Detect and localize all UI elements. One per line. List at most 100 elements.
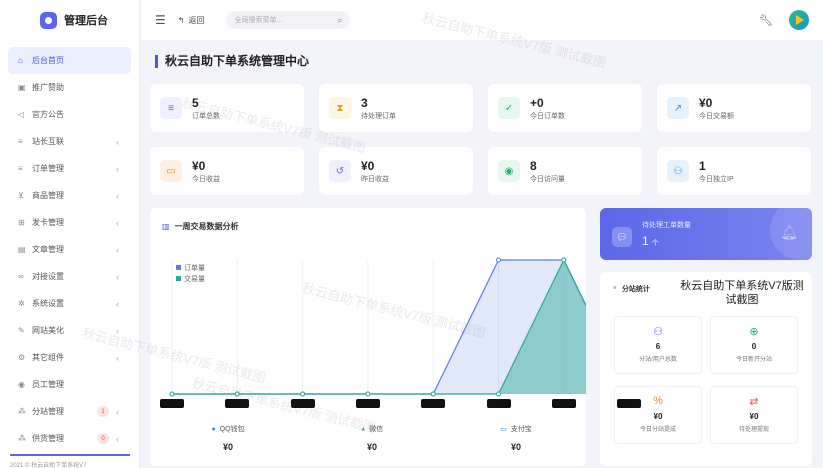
sidebar-item[interactable]: ⌂ 后台首页 xyxy=(8,47,131,74)
workorder-value: 1个 xyxy=(642,234,659,248)
sidebar-item[interactable]: ✲ 系统设置 ‹ xyxy=(8,290,131,317)
grid-icon: ⊞ xyxy=(18,218,25,227)
sidebar-item-label: 商品管理 xyxy=(32,191,64,200)
logo[interactable]: 管理后台 xyxy=(0,0,139,40)
sidebar-item[interactable]: ◉ 员工管理 xyxy=(8,371,131,398)
alipay-icon: ▭ xyxy=(500,426,507,433)
sidebar-item[interactable]: ▣ 推广赞助 xyxy=(8,74,131,101)
stat-label: 今日订单数 xyxy=(530,112,565,120)
sidebar-item-label: 分站管理 xyxy=(32,407,64,416)
search-icon[interactable]: ⌕ xyxy=(337,15,342,26)
stat-value: +0 xyxy=(530,95,544,110)
logo-icon xyxy=(40,11,57,29)
list-icon: ≡ xyxy=(160,97,182,119)
home-icon: ⌂ xyxy=(18,56,23,65)
sitemap-icon: ⁂ xyxy=(18,407,26,416)
brush-icon: ✎ xyxy=(18,326,25,335)
branch-watermark: 秋云自助下单系统V7版测试截图 xyxy=(680,280,804,306)
stat-card: ≡ 5 订单总数 xyxy=(150,84,304,132)
sidebar-item[interactable]: ⁂ 分站管理 1 ‹ xyxy=(8,398,131,425)
stat-label: 今日收益 xyxy=(192,175,220,183)
sidebar-item[interactable]: ✎ 网站美化 ‹ xyxy=(8,317,131,344)
users-icon: ⚇ xyxy=(667,160,689,182)
data-point xyxy=(300,391,306,397)
sidebar-item-label: 系统设置 xyxy=(32,299,64,308)
sidebar-item[interactable]: ▤ 文章管理 ‹ xyxy=(8,236,131,263)
chevron-left-icon: ‹ xyxy=(116,163,119,174)
document-icon: ▤ xyxy=(18,245,26,254)
qq-icon: ● xyxy=(211,425,216,433)
legend-label: 订单量 xyxy=(184,263,205,272)
chevron-left-icon: ‹ xyxy=(116,352,119,363)
sidebar-item-label: 推广赞助 xyxy=(32,83,64,92)
sidebar-item[interactable]: ⊞ 发卡管理 ‹ xyxy=(8,209,131,236)
chevron-left-icon: ‹ xyxy=(116,433,119,444)
chevron-left-icon: ‹ xyxy=(116,244,119,255)
sidebar-item[interactable]: ≡ 订单管理 ‹ xyxy=(8,155,131,182)
stat-label: 昨日收益 xyxy=(361,175,389,183)
sidebar-item[interactable]: ⊻ 商品管理 ‹ xyxy=(8,182,131,209)
stat-value: ¥0 xyxy=(361,158,375,173)
gear-icon: ✲ xyxy=(18,299,25,308)
legend-label: 交易量 xyxy=(184,274,205,283)
data-point xyxy=(496,391,501,397)
stat-label: 今日独立IP xyxy=(699,175,734,183)
branch-stats-card: ⚬ 分站统计 秋云自助下单系统V7版测试截图 ⚇ 6 分站/用户总数 ⊕ 0 今日新开分站… xyxy=(600,272,812,466)
redacted-label xyxy=(617,399,642,408)
stat-value: ¥0 xyxy=(192,158,206,173)
hourglass-icon: ⧗ xyxy=(329,97,351,119)
data-point xyxy=(169,391,175,397)
eye-icon: ◉ xyxy=(498,160,520,182)
data-point xyxy=(496,257,501,263)
sidebar-item-label: 网站美化 xyxy=(32,326,64,335)
menu-toggle-icon[interactable]: ☰ xyxy=(155,13,166,27)
stat-value: 3 xyxy=(361,95,368,110)
wrench-icon[interactable]: 🔧︎ xyxy=(759,14,773,27)
image-icon: ▣ xyxy=(18,83,26,92)
search-input[interactable]: 全局搜索菜单... ⌕ xyxy=(226,11,351,29)
sidebar-item-label: 官方公告 xyxy=(32,110,64,119)
redacted-label xyxy=(290,399,315,408)
megaphone-icon: ◁ xyxy=(18,110,25,119)
chevron-left-icon: ‹ xyxy=(116,406,119,417)
data-point xyxy=(430,391,436,397)
sidebar: 管理后台 ⌂ 后台首页 ▣ 推广赞助 ◁ 官方公告 ≡ 站长互联 ‹ ≡ 订单管理 ‹ ⊻ 商品管理 ‹ ⊞ 发… xyxy=(0,0,140,468)
avatar[interactable] xyxy=(789,10,809,30)
redacted-label xyxy=(225,399,250,408)
payment-summary: ● QQ钱包 ¥0 xyxy=(156,424,300,453)
sidebar-menu: ⌂ 后台首页 ▣ 推广赞助 ◁ 官方公告 ≡ 站长互联 ‹ ≡ 订单管理 ‹ ⊻ 商品管理 ‹ ⊞ 发卡管理 ‹ ▤… xyxy=(0,40,139,459)
chevron-left-icon: ‹ xyxy=(116,271,119,282)
topbar: ☰ ↰ 返回 全局搜索菜单... ⌕ 🔧︎ xyxy=(141,0,823,40)
branch-stat: % ¥0 今日分站提成 xyxy=(614,386,702,444)
sidebar-item[interactable]: ◁ 官方公告 xyxy=(8,101,131,128)
sidebar-item[interactable]: ≡ 站长互联 ‹ xyxy=(8,128,131,155)
back-button[interactable]: ↰ 返回 xyxy=(178,15,205,26)
stat-label: 订单总数 xyxy=(192,112,220,120)
sidebar-item[interactable]: ∞ 对接设置 ‹ xyxy=(8,263,131,290)
users-icon: ⚇ xyxy=(653,326,663,338)
sidebar-item-label: 后台首页 xyxy=(32,56,64,65)
branch-stat: ⊕ 0 今日新开分站 xyxy=(710,316,798,374)
stat-label: 待处理订单 xyxy=(361,112,396,120)
history-icon: ↺ xyxy=(329,160,351,182)
legend-swatch xyxy=(176,276,181,281)
chevron-left-icon: ‹ xyxy=(116,190,119,201)
wechat-icon: ◕ xyxy=(360,425,366,433)
sidebar-item[interactable]: ⚙ 其它组件 ‹ xyxy=(8,344,131,371)
legend-swatch xyxy=(176,265,181,270)
search-placeholder: 全局搜索菜单... xyxy=(234,17,283,24)
workorder-card[interactable]: 💬︎ 待处理工单数量 1个 🔔︎ xyxy=(600,208,812,260)
stat-label: 今日交易额 xyxy=(699,112,734,120)
stat-card: ↺ ¥0 昨日收益 xyxy=(319,147,473,195)
data-point xyxy=(234,391,240,397)
count-badge: 0 xyxy=(97,433,109,444)
sidebar-item-label: 其它组件 xyxy=(32,353,64,362)
sidebar-item[interactable]: ⁂ 供货管理 0 ‹ xyxy=(8,425,131,452)
money-icon: ▭ xyxy=(160,160,182,182)
branch-title: ⚬ 分站统计 xyxy=(612,285,650,293)
chart-title: ▥ 一周交易数据分析 xyxy=(162,222,239,231)
sidebar-item-label: 站长互联 xyxy=(32,137,64,146)
plus-circle-icon: ⊕ xyxy=(749,326,759,338)
app-title: 管理后台 xyxy=(64,15,108,27)
stat-card: ▭ ¥0 今日收益 xyxy=(150,147,304,195)
